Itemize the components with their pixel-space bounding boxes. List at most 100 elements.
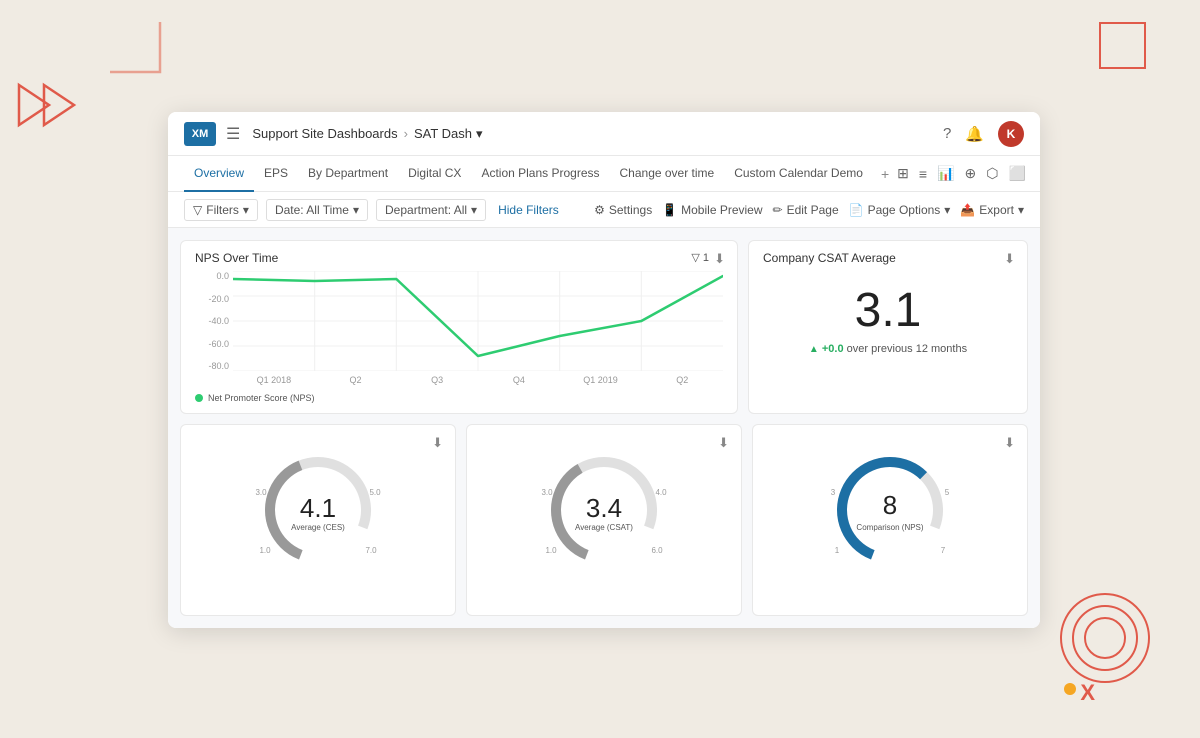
company-csat-value: 3.1 bbox=[763, 287, 1013, 335]
app-window: XM ☰ Support Site Dashboards › SAT Dash … bbox=[168, 112, 1040, 628]
breadcrumb-separator: › bbox=[404, 126, 408, 141]
nps-legend: Net Promoter Score (NPS) bbox=[195, 393, 723, 403]
y-axis: 0.0 -20.0 -40.0 -60.0 -80.0 bbox=[195, 271, 233, 371]
help-icon[interactable]: ? bbox=[943, 125, 951, 142]
csat-gauge-svg: 3.4 Average (CSAT) 1.0 6.0 3.0 4.0 bbox=[529, 435, 679, 565]
compare-icon[interactable]: ⊕ bbox=[964, 165, 976, 182]
breadcrumb: Support Site Dashboards › SAT Dash ▾ bbox=[252, 126, 943, 142]
filter-icon-small: ▽ bbox=[691, 251, 699, 264]
toolbar-right: ⚙ Settings 📱 Mobile Preview ✏ Edit Page … bbox=[594, 203, 1024, 217]
nps-filter-badge[interactable]: ▽ 1 bbox=[691, 251, 709, 264]
dashboard-content: NPS Over Time ▽ 1 ⬇ 0.0 -20.0 -40.0 -60.… bbox=[168, 228, 1040, 628]
chevron-down-icon: ▾ bbox=[476, 126, 483, 142]
edit-page-button[interactable]: ✏ Edit Page bbox=[773, 203, 839, 217]
tab-eps[interactable]: EPS bbox=[254, 156, 298, 192]
grid-view-icon[interactable]: ⊞ bbox=[897, 165, 909, 182]
csat-gauge-download-icon[interactable]: ⬇ bbox=[718, 435, 729, 451]
svg-text:5: 5 bbox=[945, 488, 950, 497]
svg-text:1.0: 1.0 bbox=[545, 546, 557, 555]
nps-chart-plot bbox=[233, 271, 723, 371]
bg-decor-top-right bbox=[1095, 18, 1150, 73]
svg-text:7.0: 7.0 bbox=[365, 546, 377, 555]
svg-text:1.0: 1.0 bbox=[259, 546, 271, 555]
list-view-icon[interactable]: ≡ bbox=[919, 166, 927, 182]
mobile-preview-button[interactable]: 📱 Mobile Preview bbox=[662, 203, 762, 217]
date-filter[interactable]: Date: All Time ▾ bbox=[266, 199, 368, 221]
legend-dot bbox=[195, 394, 203, 402]
svg-text:1: 1 bbox=[835, 546, 840, 555]
svg-text:4.1: 4.1 bbox=[300, 493, 336, 523]
export-button[interactable]: 📤 Export ▾ bbox=[960, 203, 1024, 217]
tab-bar-view-controls: ⊞ ≡ 📊 ⊕ ⬡ ⬜ bbox=[897, 165, 1026, 182]
tab-overview[interactable]: Overview bbox=[184, 156, 254, 192]
hamburger-icon[interactable]: ☰ bbox=[226, 124, 240, 144]
xm-brand-logo: X bbox=[1064, 680, 1095, 706]
top-row: NPS Over Time ▽ 1 ⬇ 0.0 -20.0 -40.0 -60.… bbox=[180, 240, 1028, 414]
page-options-chevron: ▾ bbox=[944, 203, 950, 217]
settings-icon: ⚙ bbox=[594, 203, 605, 217]
chart-view-icon[interactable]: 📊 bbox=[937, 165, 954, 182]
xm-logo: XM bbox=[184, 122, 216, 146]
expand-icon[interactable]: ⬜ bbox=[1008, 165, 1025, 182]
svg-text:3.4: 3.4 bbox=[586, 493, 622, 523]
company-csat-change: ▲ +0.0 over previous 12 months bbox=[763, 343, 1013, 355]
svg-text:4.0: 4.0 bbox=[655, 488, 667, 497]
ces-gauge-svg: 4.1 Average (CES) 1.0 7.0 3.0 5.0 bbox=[243, 435, 393, 565]
hide-filters-button[interactable]: Hide Filters bbox=[498, 203, 559, 217]
legend-label: Net Promoter Score (NPS) bbox=[208, 393, 315, 403]
filter-icon: ▽ bbox=[193, 203, 202, 217]
svg-text:3: 3 bbox=[831, 488, 836, 497]
svg-text:Average (CSAT): Average (CSAT) bbox=[575, 523, 633, 532]
tab-by-department[interactable]: By Department bbox=[298, 156, 398, 192]
nps-download-icon[interactable]: ⬇ bbox=[714, 251, 725, 267]
toolbar: ▽ Filters ▾ Date: All Time ▾ Department:… bbox=[168, 192, 1040, 228]
filters-button[interactable]: ▽ Filters ▾ bbox=[184, 199, 258, 221]
company-csat-title: Company CSAT Average bbox=[763, 251, 1013, 265]
filters-chevron: ▾ bbox=[243, 203, 249, 217]
nps-gauge-svg: 8 Comparison (NPS) 1 7 3 5 bbox=[815, 435, 965, 565]
mobile-icon: 📱 bbox=[662, 203, 677, 217]
bg-decor-top-left bbox=[100, 12, 180, 92]
csat-gauge-container: 3.4 Average (CSAT) 1.0 6.0 3.0 4.0 bbox=[529, 435, 679, 565]
nps-gauge-download-icon[interactable]: ⬇ bbox=[1004, 435, 1015, 451]
svg-text:3.0: 3.0 bbox=[255, 488, 267, 497]
app-header: XM ☰ Support Site Dashboards › SAT Dash … bbox=[168, 112, 1040, 156]
nps-gauge-container: 8 Comparison (NPS) 1 7 3 5 bbox=[815, 435, 965, 565]
pencil-icon: ✏ bbox=[773, 203, 783, 217]
nps-over-time-widget: NPS Over Time ▽ 1 ⬇ 0.0 -20.0 -40.0 -60.… bbox=[180, 240, 738, 414]
tab-custom-calendar[interactable]: Custom Calendar Demo bbox=[724, 156, 873, 192]
nps-gauge-widget: ⬇ 8 Comparison (NPS) 1 7 3 5 bbox=[752, 424, 1028, 616]
tab-digital-cx[interactable]: Digital CX bbox=[398, 156, 471, 192]
bell-icon[interactable]: 🔔 bbox=[965, 125, 984, 143]
department-filter[interactable]: Department: All ▾ bbox=[376, 199, 486, 221]
ces-download-icon[interactable]: ⬇ bbox=[432, 435, 443, 451]
tab-add-button[interactable]: + bbox=[873, 166, 897, 182]
x-axis: Q1 2018 Q2 Q3 Q4 Q1 2019 Q2 bbox=[233, 371, 723, 389]
ces-gauge-widget: ⬇ 4.1 Average (CES) 1.0 7.0 bbox=[180, 424, 456, 616]
svg-text:Average (CES): Average (CES) bbox=[291, 523, 345, 532]
avatar[interactable]: K bbox=[998, 121, 1024, 147]
svg-text:8: 8 bbox=[883, 490, 897, 520]
ces-gauge-container: 4.1 Average (CES) 1.0 7.0 3.0 5.0 bbox=[243, 435, 393, 565]
company-csat-widget: Company CSAT Average ⬇ 3.1 ▲ +0.0 over p… bbox=[748, 240, 1028, 414]
bottom-row: ⬇ 4.1 Average (CES) 1.0 7.0 bbox=[180, 424, 1028, 616]
date-filter-chevron: ▾ bbox=[353, 203, 359, 217]
svg-text:3.0: 3.0 bbox=[541, 488, 553, 497]
bg-decor-circles bbox=[1055, 588, 1155, 688]
breadcrumb-parent[interactable]: Support Site Dashboards bbox=[252, 126, 397, 141]
page-options-button[interactable]: 📄 Page Options ▾ bbox=[849, 203, 951, 217]
settings-button[interactable]: ⚙ Settings bbox=[594, 203, 652, 217]
svg-text:6.0: 6.0 bbox=[651, 546, 663, 555]
nps-widget-title: NPS Over Time bbox=[195, 251, 723, 265]
header-actions: ? 🔔 K bbox=[943, 121, 1024, 147]
tab-action-plans[interactable]: Action Plans Progress bbox=[471, 156, 609, 192]
svg-text:Comparison (NPS): Comparison (NPS) bbox=[856, 523, 923, 532]
svg-text:5.0: 5.0 bbox=[369, 488, 381, 497]
export-chevron: ▾ bbox=[1018, 203, 1024, 217]
nps-chart-area: 0.0 -20.0 -40.0 -60.0 -80.0 bbox=[195, 271, 723, 389]
csat-download-icon[interactable]: ⬇ bbox=[1004, 251, 1015, 267]
tab-change-over-time[interactable]: Change over time bbox=[610, 156, 725, 192]
export-icon: 📤 bbox=[960, 203, 975, 217]
share-icon[interactable]: ⬡ bbox=[986, 165, 998, 182]
breadcrumb-current[interactable]: SAT Dash ▾ bbox=[414, 126, 483, 142]
